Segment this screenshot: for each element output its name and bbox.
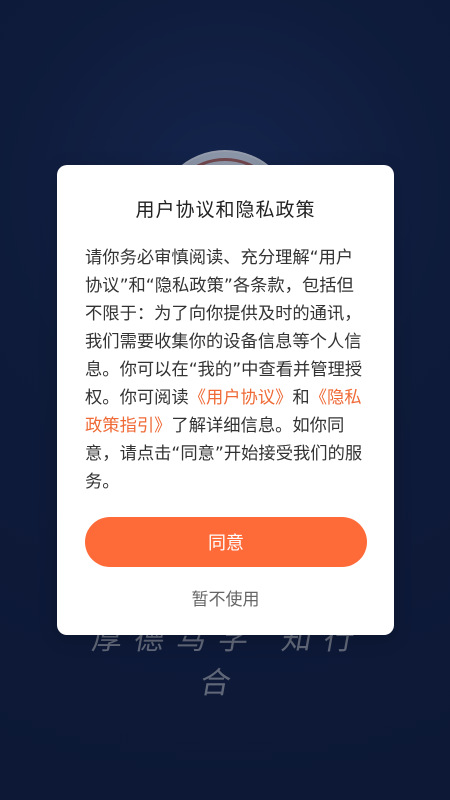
body-text-part-2: 和 xyxy=(292,388,310,408)
dialog-body: 请你务必审慎阅读、充分理解“用户协议”和“隐私政策”各条款，包括但不限于：为了向… xyxy=(85,244,366,496)
user-agreement-link[interactable]: 《用户协议》 xyxy=(189,388,293,408)
reject-button[interactable]: 暂不使用 xyxy=(192,585,260,610)
body-text-part-1: 请你务必审慎阅读、充分理解“用户协议”和“隐私政策”各条款，包括但不限于：为了向… xyxy=(85,248,363,408)
app-background: 厚德笃学 知行合 用户协议和隐私政策 请你务必审慎阅读、充分理解“用户协议”和“… xyxy=(0,0,450,800)
privacy-dialog: 用户协议和隐私政策 请你务必审慎阅读、充分理解“用户协议”和“隐私政策”各条款，… xyxy=(57,165,394,635)
agree-button[interactable]: 同意 xyxy=(85,517,367,567)
dialog-title: 用户协议和隐私政策 xyxy=(135,199,316,221)
